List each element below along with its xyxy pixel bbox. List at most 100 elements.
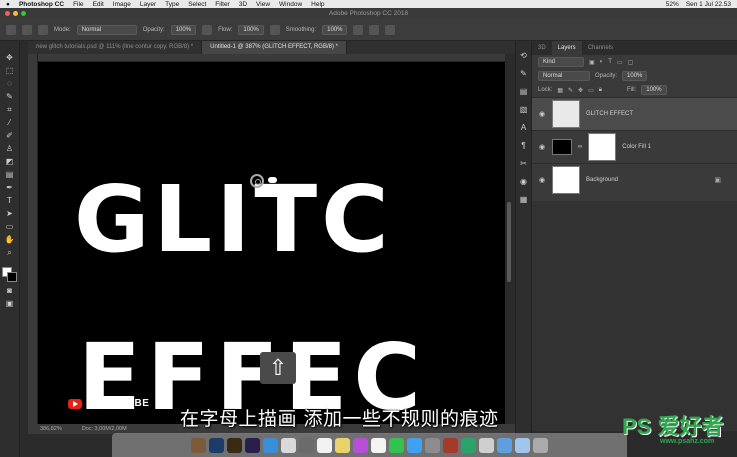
paragraph-panel-icon[interactable]: ¶ xyxy=(519,141,528,150)
zoom-window-button[interactable] xyxy=(21,11,26,16)
swatches-panel-icon[interactable]: ◉ xyxy=(519,177,528,186)
color-swatches[interactable] xyxy=(1,267,18,283)
clone-stamp-tool-icon[interactable]: ♙ xyxy=(4,144,15,154)
filter-shape-icon[interactable]: ▭ xyxy=(617,59,623,66)
layer-name[interactable]: GLITCH EFFECT xyxy=(586,111,633,117)
tab-glitch-tutorials[interactable]: new glitch tutorials.psd @ 111% (line co… xyxy=(28,41,203,54)
lock-pixels-icon[interactable]: ✎ xyxy=(568,87,573,94)
menu-image[interactable]: Image xyxy=(113,1,131,8)
calendar-icon[interactable] xyxy=(317,437,332,453)
close-window-button[interactable] xyxy=(5,11,10,16)
layer-opacity-field[interactable]: 100% xyxy=(622,71,648,81)
premiere-icon[interactable] xyxy=(245,437,260,453)
symmetry-icon[interactable] xyxy=(385,24,396,35)
move-tool-icon[interactable]: ✥ xyxy=(4,53,15,63)
fill-field[interactable]: 100% xyxy=(641,85,667,95)
brush-tool-preset-icon[interactable] xyxy=(6,24,16,35)
app-icon-gray[interactable] xyxy=(479,437,494,453)
menu-layer[interactable]: Layer xyxy=(140,1,156,8)
filter-type-icon[interactable]: T xyxy=(608,59,612,65)
documents-folder-icon[interactable] xyxy=(515,437,530,453)
menu-help[interactable]: Help xyxy=(311,1,324,8)
trash-icon[interactable] xyxy=(533,437,548,453)
brush-settings-icon[interactable] xyxy=(38,24,48,35)
pen-tool-icon[interactable]: ✒ xyxy=(4,183,15,193)
system-preferences-icon[interactable] xyxy=(425,437,440,453)
visibility-eye-icon[interactable]: ◉ xyxy=(538,110,546,118)
canvas-vertical-scrollbar[interactable] xyxy=(505,62,513,424)
safari-icon[interactable] xyxy=(263,437,278,453)
lock-transparent-icon[interactable]: ▦ xyxy=(557,87,563,94)
filter-pixel-icon[interactable]: ▣ xyxy=(589,59,595,66)
app-icon-red[interactable] xyxy=(443,437,458,453)
crop-tool-icon[interactable]: ⌗ xyxy=(4,105,15,115)
tab-3d[interactable]: 3D xyxy=(532,41,552,55)
blend-mode-dropdown[interactable]: Normal xyxy=(538,71,590,81)
eyedropper-tool-icon[interactable]: ⁄ xyxy=(4,118,15,128)
smoothing-settings-icon[interactable] xyxy=(353,24,364,35)
history-panel-icon[interactable]: ⟲ xyxy=(519,51,528,60)
opacity-field[interactable]: 100% xyxy=(170,24,197,35)
zoom-tool-icon[interactable]: ⌕ xyxy=(4,248,15,258)
properties-panel-icon[interactable]: ▤ xyxy=(519,87,528,96)
battery-status[interactable]: 52% xyxy=(666,1,679,8)
brush-tool-icon[interactable]: ✐ xyxy=(4,131,15,141)
menu-window[interactable]: Window xyxy=(279,1,302,8)
lasso-tool-icon[interactable]: ◌ xyxy=(4,79,15,89)
path-select-tool-icon[interactable]: ➤ xyxy=(4,209,15,219)
music-icon[interactable] xyxy=(353,437,368,453)
menu-3d[interactable]: 3D xyxy=(239,1,247,8)
menu-select[interactable]: Select xyxy=(188,1,206,8)
menu-filter[interactable]: Filter xyxy=(215,1,229,8)
messages-icon[interactable] xyxy=(389,437,404,453)
photoshop-icon[interactable] xyxy=(209,437,224,453)
libraries-panel-icon[interactable]: ▦ xyxy=(519,195,528,204)
illustrator-icon[interactable] xyxy=(227,437,242,453)
notes-icon[interactable] xyxy=(335,437,350,453)
brush-size-icon[interactable] xyxy=(22,24,32,35)
layer-row[interactable]: ◉ Background ▣ xyxy=(532,163,737,196)
app-menu[interactable]: Photoshop CC xyxy=(19,1,64,8)
layer-name[interactable]: Background xyxy=(586,177,618,183)
visibility-eye-icon[interactable]: ◉ xyxy=(538,176,546,184)
type-tool-icon[interactable]: T xyxy=(4,196,15,206)
character-panel-icon[interactable]: A xyxy=(519,123,528,132)
tab-layers[interactable]: Layers xyxy=(551,41,582,55)
quick-mask-icon[interactable]: ◙ xyxy=(4,286,15,296)
shape-tool-icon[interactable]: ▭ xyxy=(4,222,15,232)
filter-smart-object-icon[interactable]: ▢ xyxy=(628,59,634,66)
screen-mode-icon[interactable]: ▣ xyxy=(4,299,15,309)
pressure-size-icon[interactable] xyxy=(369,24,380,35)
mode-dropdown[interactable]: Normal xyxy=(76,24,137,35)
scrollbar-thumb[interactable] xyxy=(507,202,511,282)
background-color-swatch[interactable] xyxy=(6,272,17,282)
pressure-opacity-icon[interactable] xyxy=(202,24,213,35)
tool-presets-panel-icon[interactable]: ✂ xyxy=(519,159,528,168)
eraser-tool-icon[interactable]: ◩ xyxy=(4,157,15,167)
app-icon-green[interactable] xyxy=(461,437,476,453)
layer-row[interactable]: ◉ ∞ Color Fill 1 xyxy=(532,130,737,163)
tab-channels[interactable]: Channels xyxy=(582,41,619,55)
layer-kind-filter[interactable]: Kind xyxy=(538,57,584,67)
airbrush-icon[interactable] xyxy=(269,24,280,35)
clock[interactable]: Sen 1 Jul 22.53 xyxy=(686,1,731,8)
layer-row[interactable]: ◉ GLITCH EFFECT xyxy=(532,97,737,130)
menu-edit[interactable]: Edit xyxy=(93,1,104,8)
menu-file[interactable]: File xyxy=(73,1,83,8)
finder-icon[interactable] xyxy=(191,437,206,453)
hand-tool-icon[interactable]: ✋ xyxy=(4,235,15,245)
apple-menu-icon[interactable]: ● xyxy=(6,1,10,8)
launchpad-icon[interactable] xyxy=(299,437,314,453)
chrome-icon[interactable] xyxy=(281,437,296,453)
tab-untitled-1[interactable]: Untitled-1 @ 387% (GLITCH EFFECT, RGB/8)… xyxy=(202,41,347,54)
document-canvas[interactable]: GLITC EFFEC ⇧ xyxy=(38,62,505,424)
filter-adjustment-icon[interactable]: ◐ xyxy=(600,59,604,65)
lock-artboard-icon[interactable]: ▭ xyxy=(588,87,594,94)
zoom-level[interactable]: 386,82% xyxy=(40,426,62,432)
downloads-folder-icon[interactable] xyxy=(497,437,512,453)
photos-icon[interactable] xyxy=(371,437,386,453)
layer-name[interactable]: Color Fill 1 xyxy=(622,144,651,150)
adjustments-panel-icon[interactable]: ▧ xyxy=(519,105,528,114)
app-store-icon[interactable] xyxy=(407,437,422,453)
visibility-eye-icon[interactable]: ◉ xyxy=(538,143,546,151)
